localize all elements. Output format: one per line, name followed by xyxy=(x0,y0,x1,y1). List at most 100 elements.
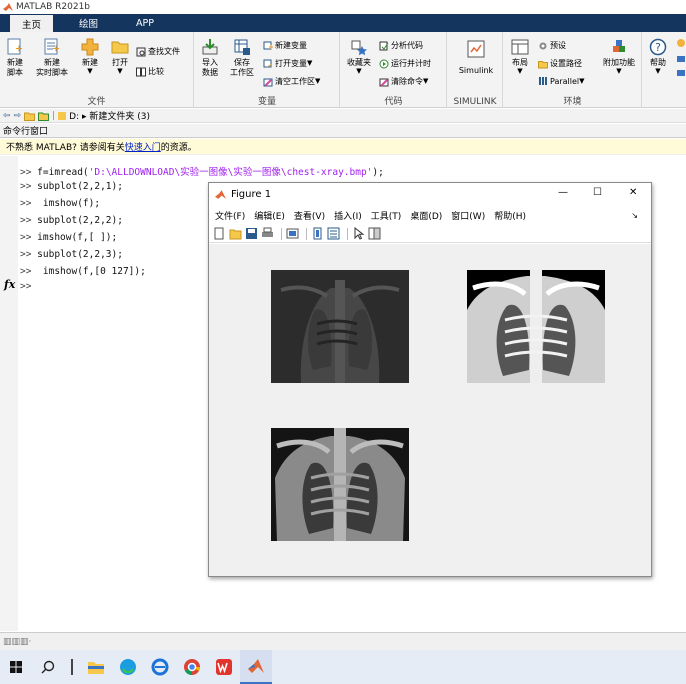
chevron-down-icon: ▼ xyxy=(423,77,429,85)
print-icon[interactable] xyxy=(261,227,274,240)
notice-suffix: 的资源。 xyxy=(160,143,197,153)
menu-window[interactable]: 窗口(W) xyxy=(451,209,485,222)
chevron-down-icon: ▼ xyxy=(517,67,523,75)
open-variable-button[interactable]: 打开变量 ▼ xyxy=(263,58,312,69)
open-file-icon[interactable] xyxy=(229,227,242,240)
function-browser-icon[interactable]: fx xyxy=(4,278,15,291)
variable-group: 导入 数据 保存 工作区 新建变量 打开变量 ▼ 清空工作区 ▼ 变量 xyxy=(195,32,340,108)
link-plot-icon[interactable] xyxy=(286,227,299,240)
menu-insert[interactable]: 插入(I) xyxy=(334,209,362,222)
close-icon[interactable]: ✕ xyxy=(629,187,637,198)
new-script-icon xyxy=(7,38,22,55)
find-files-button[interactable]: 查找文件 xyxy=(136,46,180,57)
chevron-down-icon: ▼ xyxy=(87,67,93,75)
command-line: >> subplot(2,2,1); xyxy=(20,181,123,192)
chrome-browser-icon[interactable] xyxy=(176,650,208,684)
import-data-button[interactable]: 导入 数据 xyxy=(199,38,221,78)
new-script-button[interactable]: 新建 脚本 xyxy=(4,38,26,78)
analyze-code-icon xyxy=(379,41,389,50)
code-group: 收藏夹 ▼ 分析代码 运行并计时 清除命令 ▼ 代码 xyxy=(341,32,447,108)
add-ons-button[interactable]: 附加功能 ▼ xyxy=(600,38,638,75)
new-figure-icon[interactable] xyxy=(213,227,226,240)
maximize-icon[interactable]: ☐ xyxy=(593,187,602,198)
browse-folder-icon[interactable] xyxy=(38,111,50,121)
up-folder-icon[interactable] xyxy=(24,111,36,121)
file-group-label: 文件 xyxy=(87,97,106,107)
environment-group-label: 环境 xyxy=(563,97,582,107)
property-editor-icon[interactable] xyxy=(368,227,381,240)
chevron-down-icon: ▼ xyxy=(307,59,313,67)
wps-office-icon[interactable] xyxy=(208,650,240,684)
forward-arrow-icon[interactable]: ⇨ xyxy=(14,111,22,121)
save-icon[interactable] xyxy=(245,227,258,240)
quick-start-link[interactable]: 快速入门 xyxy=(125,140,161,153)
task-view-icon[interactable] xyxy=(64,650,80,684)
parallel-icon xyxy=(539,77,547,85)
open-button[interactable]: 打开 ▼ xyxy=(108,38,132,75)
layout-button[interactable]: 布局 ▼ xyxy=(508,38,532,75)
new-live-script-button[interactable]: 新建 实时脚本 xyxy=(32,38,72,78)
matlab-logo-icon xyxy=(3,3,13,11)
insert-colorbar-icon[interactable] xyxy=(311,227,324,240)
menu-file[interactable]: 文件(F) xyxy=(215,209,245,222)
variable-group-label: 变量 xyxy=(257,97,276,107)
menu-desktop[interactable]: 桌面(D) xyxy=(410,209,442,222)
minimize-icon[interactable]: — xyxy=(558,187,568,198)
save-workspace-button[interactable]: 保存 工作区 xyxy=(227,38,257,78)
chevron-down-icon: ▼ xyxy=(616,67,622,75)
insert-legend-icon[interactable] xyxy=(327,227,340,240)
new-variable-button[interactable]: 新建变量 xyxy=(263,40,307,51)
app-title: MATLAB R2021b xyxy=(16,2,91,12)
clear-workspace-button[interactable]: 清空工作区 ▼ xyxy=(263,76,320,87)
compare-button[interactable]: 比较 xyxy=(136,66,164,77)
figure-window[interactable]: Figure 1 — ☐ ✕ 文件(F) 编辑(E) 查看(V) 插入(I) 工… xyxy=(208,182,652,577)
svg-text:?: ? xyxy=(655,41,661,54)
menu-tools[interactable]: 工具(T) xyxy=(371,209,402,222)
figure-canvas[interactable] xyxy=(209,244,651,576)
community-icon[interactable] xyxy=(675,38,685,78)
simulink-button[interactable]: Simulink xyxy=(454,40,498,76)
back-arrow-icon[interactable]: ⇦ xyxy=(3,111,11,121)
figure-menu-bar: 文件(F) 编辑(E) 查看(V) 插入(I) 工具(T) 桌面(D) 窗口(W… xyxy=(209,207,651,223)
command-line: >> imshow(f,[ ]); xyxy=(20,232,118,243)
command-line: >> subplot(2,2,3); xyxy=(20,249,123,260)
pointer-icon[interactable] xyxy=(352,227,365,240)
busy-indicator-icon: ▥▥▥· xyxy=(3,636,32,647)
menu-help[interactable]: 帮助(H) xyxy=(494,209,526,222)
chevron-down-icon: ▼ xyxy=(315,77,321,85)
help-button[interactable]: ? 帮助 ▼ xyxy=(647,38,669,75)
analyze-code-button[interactable]: 分析代码 xyxy=(379,40,423,51)
tab-apps[interactable]: APP xyxy=(124,14,166,32)
run-and-time-button[interactable]: 运行并计时 xyxy=(379,58,431,69)
figure-title-bar[interactable]: Figure 1 xyxy=(209,183,651,205)
help-icon: ? xyxy=(649,38,667,56)
menu-view[interactable]: 查看(V) xyxy=(294,209,325,222)
command-prompt[interactable]: >> xyxy=(20,281,31,292)
dock-arrow-icon[interactable]: ↘ xyxy=(631,211,638,220)
search-icon[interactable] xyxy=(32,650,64,684)
plus-icon xyxy=(81,38,99,56)
matlab-taskbar-icon[interactable] xyxy=(240,650,272,684)
new-button[interactable]: 新建 ▼ xyxy=(78,38,102,75)
ie-browser-icon[interactable] xyxy=(144,650,176,684)
tab-plots[interactable]: 绘图 xyxy=(67,14,110,32)
set-path-button[interactable]: 设置路径 xyxy=(538,58,582,69)
windows-start-icon[interactable] xyxy=(0,650,32,684)
clear-commands-button[interactable]: 清除命令 ▼ xyxy=(379,76,428,87)
notice-text: 不熟悉 MATLAB? 请参阅有关 xyxy=(6,143,125,153)
edge-browser-icon[interactable] xyxy=(112,650,144,684)
favorites-button[interactable]: 收藏夹 ▼ xyxy=(344,38,374,75)
folder-icon xyxy=(58,111,67,120)
clear-workspace-icon xyxy=(263,78,273,87)
current-path[interactable]: D: ▸ 新建文件夹 (3) xyxy=(69,109,150,122)
tab-home[interactable]: 主页 xyxy=(10,15,54,32)
layout-icon xyxy=(511,39,529,55)
app-title-bar: MATLAB R2021b xyxy=(0,0,686,14)
new-live-script-icon xyxy=(44,38,59,55)
file-explorer-icon[interactable] xyxy=(80,650,112,684)
chevron-down-icon: ▼ xyxy=(579,76,585,85)
menu-edit[interactable]: 编辑(E) xyxy=(254,209,285,222)
status-bar: ▥▥▥· xyxy=(0,632,686,650)
parallel-button[interactable]: Parallel ▼ xyxy=(538,76,585,86)
preferences-button[interactable]: 预设 xyxy=(538,40,566,51)
